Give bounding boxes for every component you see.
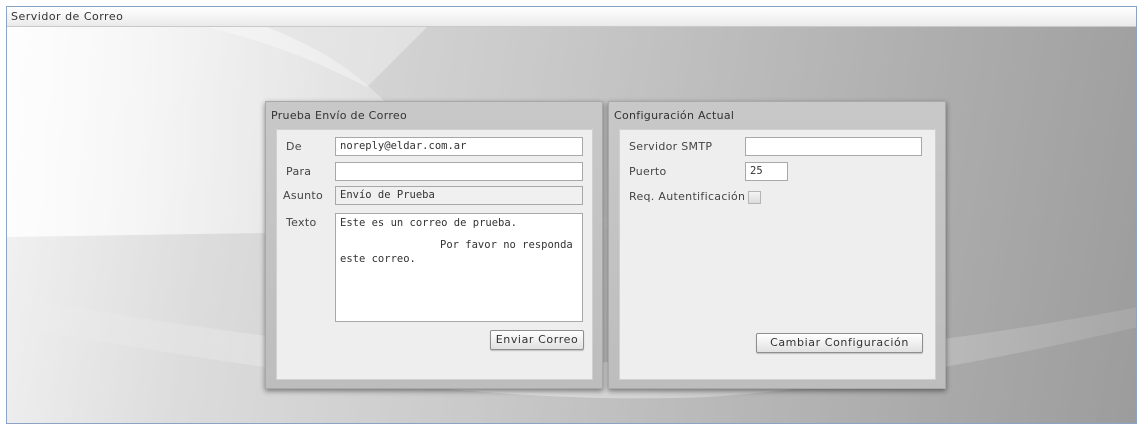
title-bar: Servidor de Correo <box>7 7 1136 27</box>
to-field[interactable] <box>335 162 583 181</box>
send-email-button[interactable]: Enviar Correo <box>490 330 584 350</box>
from-field[interactable]: noreply@eldar.com.ar <box>335 137 583 156</box>
app-window: Servidor de Correo Prueba Envío de Corre… <box>6 6 1137 424</box>
config-panel-title: Configuración Actual <box>614 109 735 122</box>
body-label: Texto <box>286 216 317 229</box>
smtp-label: Servidor SMTP <box>629 140 713 153</box>
send-panel-body: De noreply@eldar.com.ar Para Asunto Enví… <box>276 129 593 380</box>
port-label: Puerto <box>629 165 667 178</box>
subject-label: Asunto <box>283 189 324 202</box>
body-textarea[interactable]: Este es un correo de prueba. Por favor n… <box>335 213 583 322</box>
subject-field[interactable]: Envío de Prueba <box>335 186 583 205</box>
config-panel-body: Servidor SMTP Puerto 25 Req. Autentifica… <box>619 129 936 380</box>
body-line: este correo. <box>340 253 416 265</box>
send-test-panel: Prueba Envío de Correo De noreply@eldar.… <box>265 101 603 389</box>
send-panel-title: Prueba Envío de Correo <box>271 109 408 122</box>
window-title: Servidor de Correo <box>11 10 124 23</box>
body-line: Este es un correo de prueba. <box>340 217 518 229</box>
auth-label: Req. Autentificación <box>629 190 746 203</box>
change-config-button[interactable]: Cambiar Configuración <box>756 333 923 353</box>
smtp-field[interactable] <box>745 137 922 156</box>
to-label: Para <box>286 165 312 178</box>
auth-checkbox[interactable] <box>748 191 761 204</box>
desktop-background: Prueba Envío de Correo De noreply@eldar.… <box>7 27 1136 423</box>
body-line: Por favor no responda <box>440 239 573 251</box>
config-panel: Configuración Actual Servidor SMTP Puert… <box>608 101 946 389</box>
port-field[interactable]: 25 <box>745 162 788 181</box>
from-label: De <box>286 140 302 153</box>
